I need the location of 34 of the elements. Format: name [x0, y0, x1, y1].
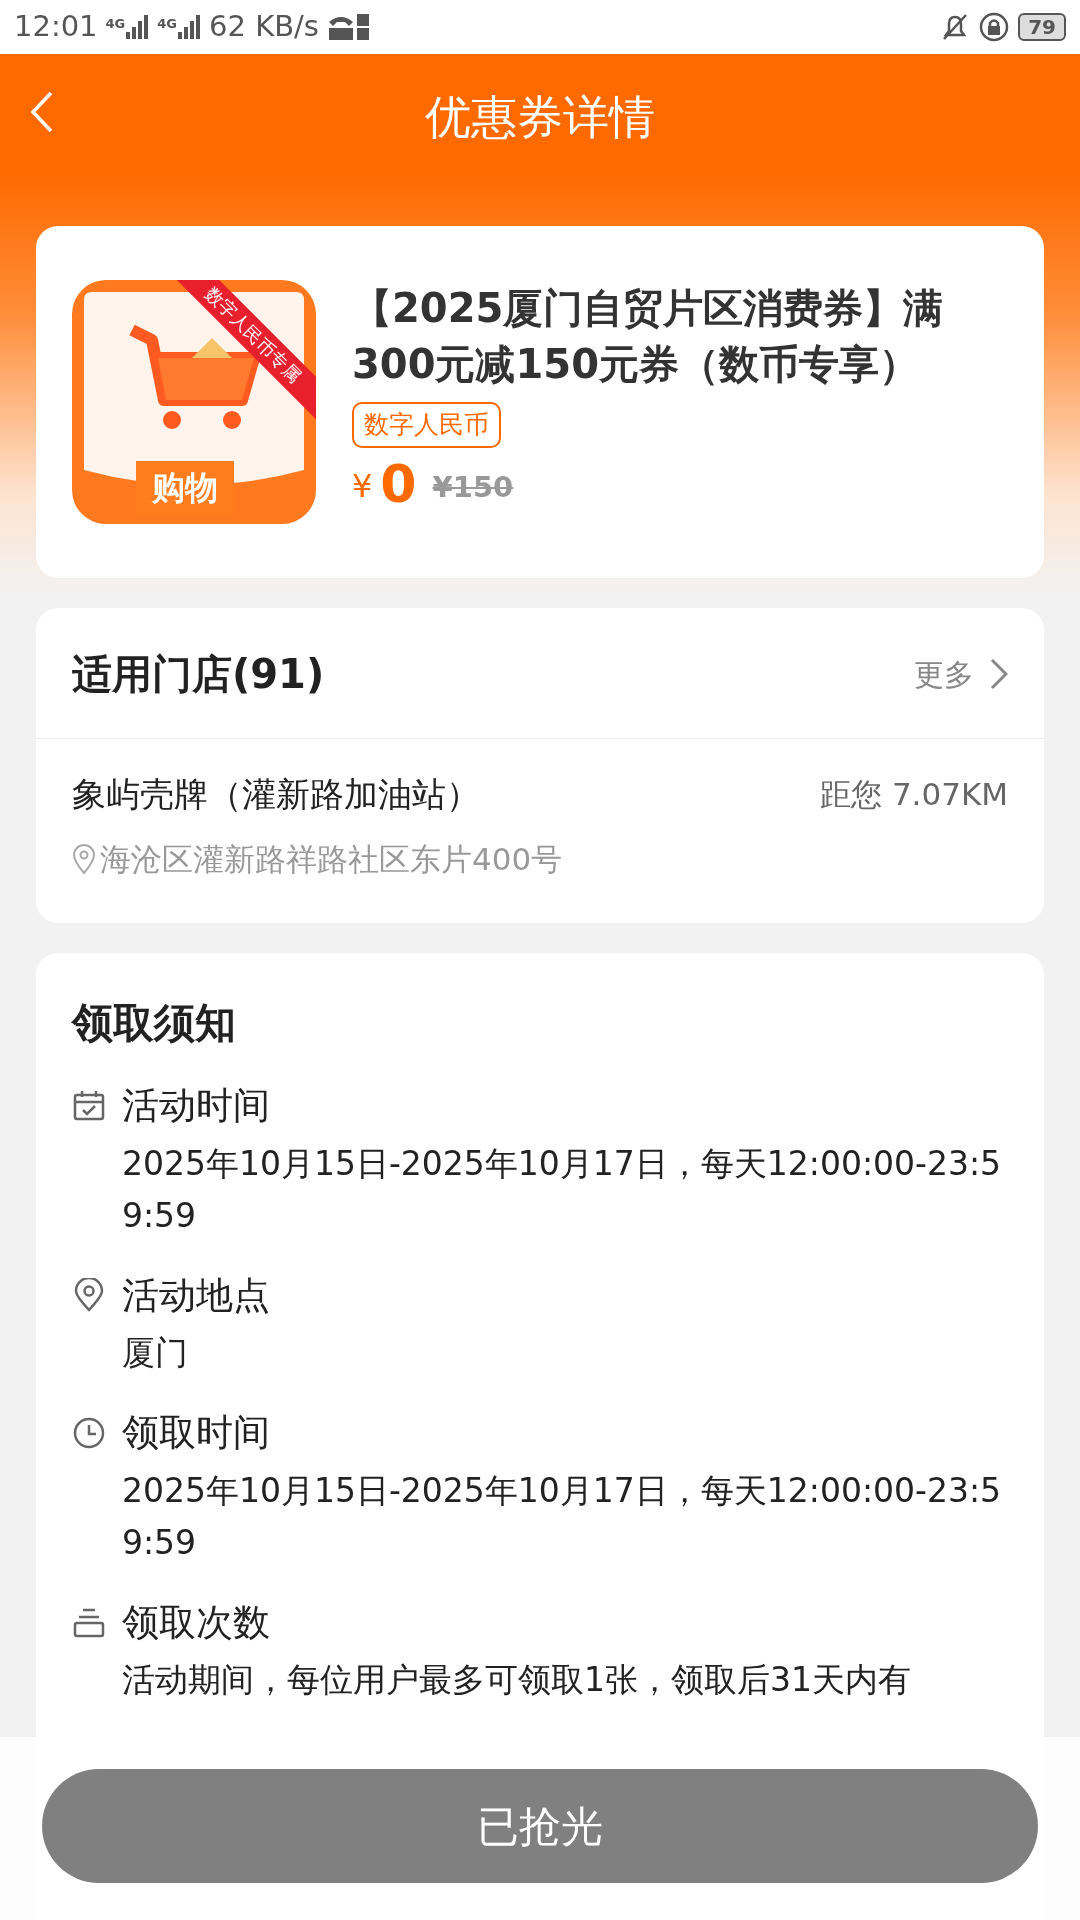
more-link[interactable]: 更多 — [914, 651, 1008, 697]
notice-text: 2025年10月15日-2025年10月17日，每天12:00:00-23:59:59 — [121, 1142, 1003, 1237]
rotation-lock-icon — [978, 11, 1011, 43]
clock-icon — [72, 1415, 106, 1450]
signal-icon — [125, 14, 150, 40]
notice-label: 活动时间 — [122, 1083, 270, 1129]
notice-text: 2025年10月15日-2025年10月17日，每天12:00:00-23:59:59 — [121, 1469, 1003, 1564]
notice-label: 活动地点 — [122, 1272, 270, 1319]
page-title: 优惠券详情 — [425, 88, 655, 146]
store-distance: 距您 7.07KM — [820, 775, 1008, 815]
currency-symbol: ¥ — [352, 465, 373, 507]
network-type: 4G — [157, 15, 177, 33]
original-price: ¥150 — [432, 469, 514, 506]
store-name: 象屿壳牌（灌新路加油站） — [72, 773, 480, 816]
notice-label: 领取次数 — [122, 1599, 270, 1646]
network-type: 4G — [105, 15, 126, 33]
location-pin-icon — [72, 1278, 106, 1313]
chevron-right-icon[interactable] — [990, 658, 1008, 690]
back-button[interactable] — [30, 90, 54, 134]
coupon-price: 0 — [380, 457, 417, 510]
notice-label: 领取时间 — [122, 1410, 270, 1456]
notice-text: 厦门 — [121, 1332, 189, 1374]
signal-icon — [177, 14, 201, 40]
location-pin-icon — [72, 843, 96, 876]
battery-level: 79 — [1018, 13, 1066, 41]
calendar-icon — [72, 1088, 106, 1123]
notice-title: 领取须知 — [72, 997, 237, 1049]
coupon-title: 【2025厦门自贸片区消费券】满300元减150元券（数币专享） — [352, 284, 945, 389]
status-time: 12:01 — [14, 8, 98, 46]
store-address: 海沧区灌新路祥路社区东片400号 — [100, 840, 563, 879]
notice-text: 活动期间，每位用户最多可领取1张，领取后31天内有 — [121, 1659, 912, 1701]
coupon-tag: 数字人民币 — [352, 402, 501, 448]
network-speed: 62 KB/s — [209, 8, 319, 46]
stores-title: 适用门店(91) — [72, 650, 325, 699]
